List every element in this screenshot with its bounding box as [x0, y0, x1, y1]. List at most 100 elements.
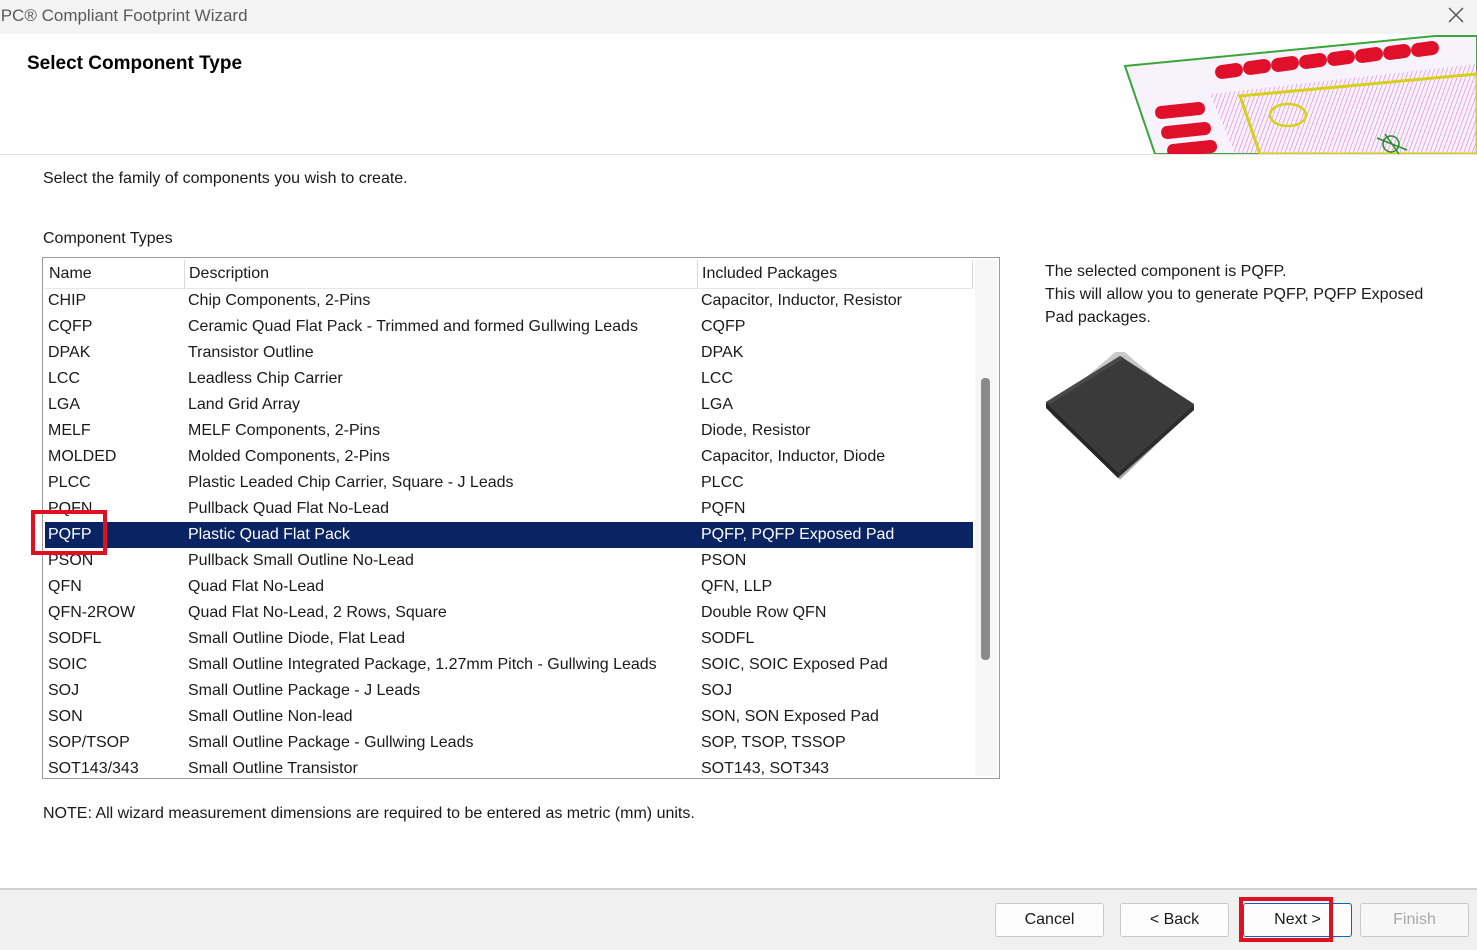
row-description: Small Outline Diode, Flat Lead	[188, 630, 405, 647]
table-row[interactable]: LCC Leadless Chip Carrier LCC	[45, 366, 973, 392]
back-button[interactable]: < Back	[1120, 903, 1229, 937]
list-scrollbar[interactable]	[975, 260, 997, 776]
row-name: QFN-2ROW	[48, 604, 136, 621]
row-name: PSON	[48, 552, 94, 569]
close-icon[interactable]	[1445, 4, 1467, 26]
row-description: Small Outline Non-lead	[188, 708, 353, 725]
row-packages: SOJ	[701, 682, 733, 699]
table-row[interactable]: QFN-2ROW Quad Flat No-Lead, 2 Rows, Squar…	[45, 600, 973, 626]
row-description: Plastic Quad Flat Pack	[188, 526, 350, 543]
row-name: PLCC	[48, 474, 91, 491]
row-packages: SODFL	[701, 630, 755, 647]
row-packages: PLCC	[701, 474, 744, 491]
row-packages: SOT143, SOT343	[701, 760, 830, 777]
pqfp-chip-image	[1046, 352, 1194, 480]
table-row[interactable]: LGA Land Grid Array LGA	[45, 392, 973, 418]
row-packages: LCC	[701, 370, 734, 387]
row-packages: SOIC, SOIC Exposed Pad	[701, 656, 888, 673]
wizard-header: Select Component Type	[0, 34, 1477, 155]
column-header-packages[interactable]: Included Packages	[698, 260, 973, 288]
row-packages: PQFN	[701, 500, 746, 517]
row-description: Land Grid Array	[188, 396, 301, 413]
row-packages: CQFP	[701, 318, 746, 335]
selection-info-line1: The selected component is PQFP.	[1045, 263, 1287, 280]
row-packages: SON, SON Exposed Pad	[701, 708, 879, 725]
selection-info: The selected component is PQFP. This wil…	[1045, 260, 1425, 329]
table-row[interactable]: MELF MELF Components, 2-Pins Diode, Resist…	[45, 418, 973, 444]
row-description: Quad Flat No-Lead, 2 Rows, Square	[188, 604, 447, 621]
row-description: Pullback Quad Flat No-Lead	[188, 500, 389, 517]
page-title: Select Component Type	[27, 53, 243, 74]
row-name: SOT143/343	[48, 760, 139, 777]
row-name: MELF	[48, 422, 91, 439]
table-row[interactable]: SOJ Small Outline Package - J Leads SOJ	[45, 678, 973, 704]
table-row[interactable]: SOP/TSOP Small Outline Package - Gullwing…	[45, 730, 973, 756]
finish-button: Finish	[1360, 903, 1469, 937]
row-name: DPAK	[48, 344, 91, 361]
row-description: Chip Components, 2-Pins	[188, 292, 371, 309]
table-row[interactable]: SOT143/343 Small Outline Transistor SOT143…	[45, 756, 973, 778]
row-packages: DPAK	[701, 344, 744, 361]
row-name: QFN	[48, 578, 82, 595]
row-description: Molded Components, 2-Pins	[188, 448, 390, 465]
row-name: SODFL	[48, 630, 102, 647]
table-row[interactable]: MOLDED Molded Components, 2-Pins Capacitor…	[45, 444, 973, 470]
table-row[interactable]: CQFP Ceramic Quad Flat Pack - Trimmed and…	[45, 314, 973, 340]
title-bar: IPC® Compliant Footprint Wizard	[0, 0, 1477, 34]
row-description: MELF Components, 2-Pins	[188, 422, 381, 439]
row-name: LCC	[48, 370, 81, 387]
table-row[interactable]: PQFP Plastic Quad Flat Pack PQFP, PQFP Exp…	[45, 522, 973, 548]
table-row[interactable]: PQFN Pullback Quad Flat No-Lead PQFN	[45, 496, 973, 522]
scrollbar-thumb[interactable]	[981, 378, 990, 660]
cancel-button[interactable]: Cancel	[995, 903, 1104, 937]
table-row[interactable]: QFN Quad Flat No-Lead QFN, LLP	[45, 574, 973, 600]
row-packages: LGA	[701, 396, 734, 413]
row-description: Small Outline Transistor	[188, 760, 358, 777]
instruction-text: Select the family of components you wish…	[43, 170, 408, 187]
list-header: Name Description Included Packages	[45, 260, 973, 289]
row-packages: Double Row QFN	[701, 604, 827, 621]
row-name: SOIC	[48, 656, 88, 673]
table-row[interactable]: SOIC Small Outline Integrated Package, 1.…	[45, 652, 973, 678]
column-header-name[interactable]: Name	[45, 260, 185, 288]
row-packages: PQFP, PQFP Exposed Pad	[701, 526, 895, 543]
table-row[interactable]: PSON Pullback Small Outline No-Lead PSON	[45, 548, 973, 574]
metric-note: NOTE: All wizard measurement dimensions …	[43, 805, 695, 822]
component-types-list[interactable]: Name Description Included Packages CHIP C…	[42, 257, 1000, 779]
row-name: PQFP	[48, 526, 92, 543]
row-packages: QFN, LLP	[701, 578, 773, 595]
row-name: MOLDED	[48, 448, 117, 465]
table-row[interactable]: SON Small Outline Non-lead SON, SON Expose…	[45, 704, 973, 730]
window-title: IPC® Compliant Footprint Wizard	[0, 6, 248, 25]
list-rows: CHIP Chip Components, 2-Pins Capacitor, In…	[45, 288, 973, 778]
row-description: Ceramic Quad Flat Pack - Trimmed and for…	[188, 318, 638, 335]
row-packages: SOP, TSOP, TSSOP	[701, 734, 846, 751]
row-packages: Capacitor, Inductor, Resistor	[701, 292, 902, 309]
row-description: Small Outline Package - Gullwing Leads	[188, 734, 474, 751]
table-row[interactable]: CHIP Chip Components, 2-Pins Capacitor, In…	[45, 288, 973, 314]
row-name: CQFP	[48, 318, 93, 335]
next-button[interactable]: Next >	[1243, 903, 1352, 937]
row-packages: Diode, Resistor	[701, 422, 811, 439]
row-name: SOP/TSOP	[48, 734, 130, 751]
row-description: Leadless Chip Carrier	[188, 370, 343, 387]
row-name: CHIP	[48, 292, 87, 309]
table-row[interactable]: SODFL Small Outline Diode, Flat Lead SODFL	[45, 626, 973, 652]
column-header-description[interactable]: Description	[185, 260, 698, 288]
row-packages: Capacitor, Inductor, Diode	[701, 448, 886, 465]
row-name: SOJ	[48, 682, 80, 699]
row-description: Small Outline Package - J Leads	[188, 682, 421, 699]
selection-info-line2: This will allow you to generate PQFP, PQ…	[1045, 286, 1424, 326]
row-name: LGA	[48, 396, 81, 413]
row-description: Small Outline Integrated Package, 1.27mm…	[188, 656, 657, 673]
row-name: SON	[48, 708, 83, 725]
component-types-label: Component Types	[43, 230, 173, 247]
row-description: Pullback Small Outline No-Lead	[188, 552, 414, 569]
table-row[interactable]: DPAK Transistor Outline DPAK	[45, 340, 973, 366]
button-bar: Cancel < Back Next > Finish	[0, 888, 1477, 950]
table-row[interactable]: PLCC Plastic Leaded Chip Carrier, Square …	[45, 470, 973, 496]
row-name: PQFN	[48, 500, 93, 517]
row-packages: PSON	[701, 552, 747, 569]
footprint-banner-image	[1123, 35, 1477, 154]
row-description: Quad Flat No-Lead	[188, 578, 325, 595]
